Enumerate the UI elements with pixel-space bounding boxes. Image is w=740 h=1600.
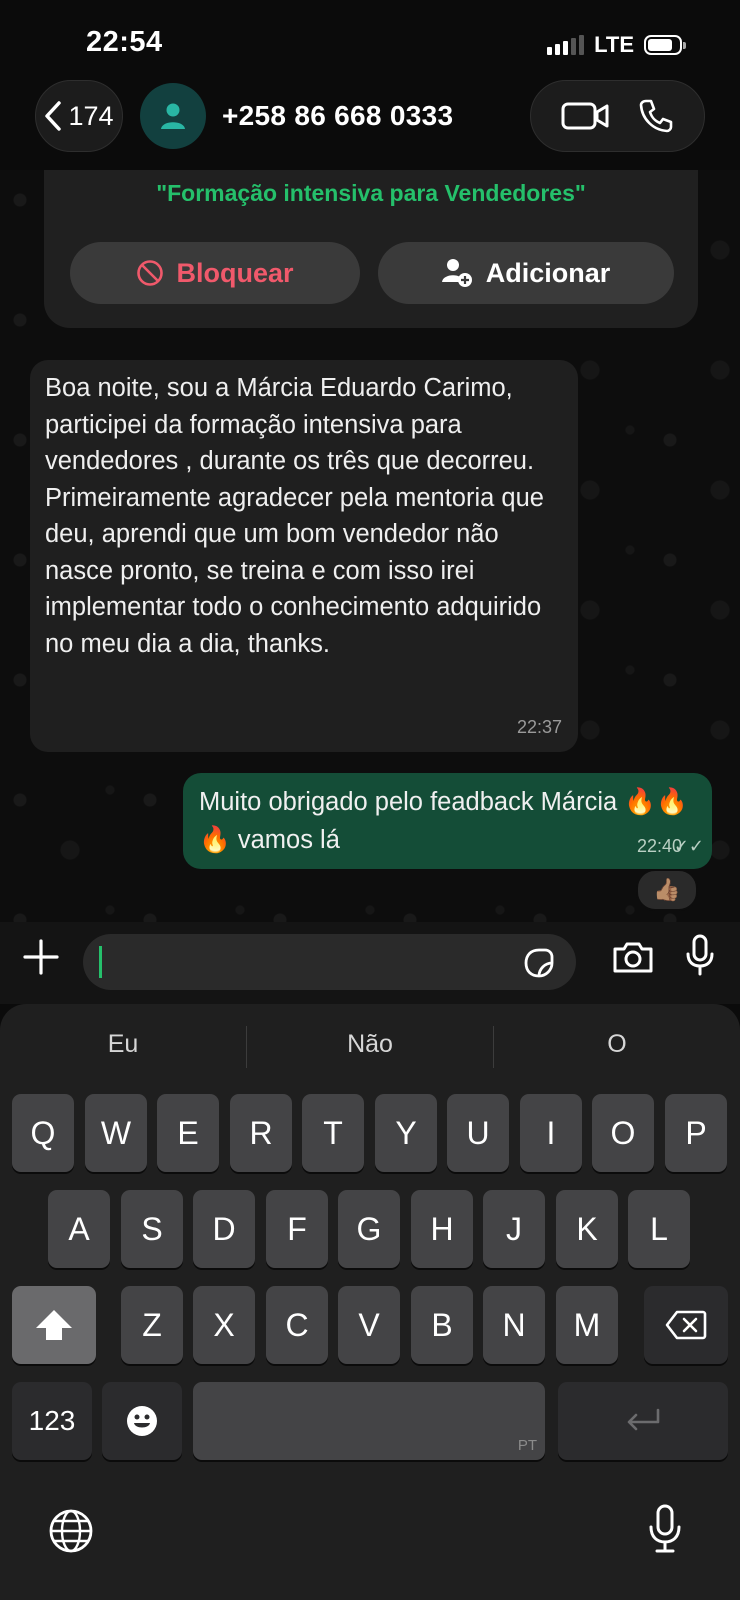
avatar[interactable]: [140, 83, 206, 149]
key-m[interactable]: M: [556, 1286, 618, 1364]
key-s[interactable]: S: [121, 1190, 183, 1268]
dictation-mic-icon[interactable]: [648, 1504, 682, 1554]
key-i[interactable]: I: [520, 1094, 582, 1172]
key-y[interactable]: Y: [375, 1094, 437, 1172]
phone-icon[interactable]: [638, 98, 674, 134]
sticker-icon[interactable]: [523, 947, 555, 979]
keyboard-language: PT: [517, 1437, 537, 1454]
return-key[interactable]: [558, 1382, 728, 1460]
battery-icon: [644, 35, 686, 55]
group-description: "Formação intensiva para Vendedores": [156, 180, 586, 206]
message-reaction[interactable]: 👍🏽: [636, 869, 698, 911]
plus-icon[interactable]: [22, 938, 60, 976]
status-indicators: LTE: [547, 32, 686, 58]
key-e[interactable]: E: [157, 1094, 219, 1172]
block-icon: [137, 260, 164, 286]
keyboard: Eu Não O Q W E R T Y U I O P A S D F G H…: [0, 1004, 740, 1600]
shift-icon: [36, 1310, 72, 1340]
key-g[interactable]: G: [338, 1190, 400, 1268]
add-contact-icon: [441, 259, 472, 287]
key-t[interactable]: T: [302, 1094, 364, 1172]
text-cursor: [99, 946, 102, 978]
key-o[interactable]: O: [592, 1094, 654, 1172]
key-k[interactable]: K: [556, 1190, 618, 1268]
contact-info-card: "Formação intensiva para Vendedores" Blo…: [44, 170, 698, 328]
unread-count: 174: [68, 100, 114, 131]
outgoing-message[interactable]: Muito obrigado pelo feadback Márcia 🔥🔥🔥 …: [183, 773, 712, 869]
key-p[interactable]: P: [665, 1094, 727, 1172]
numbers-key[interactable]: 123: [12, 1382, 92, 1460]
key-u[interactable]: U: [447, 1094, 509, 1172]
incoming-message[interactable]: Boa noite, sou a Márcia Eduardo Carimo, …: [30, 360, 578, 752]
key-r[interactable]: R: [230, 1094, 292, 1172]
key-l[interactable]: L: [628, 1190, 690, 1268]
space-key[interactable]: PT: [193, 1382, 545, 1460]
add-contact-button[interactable]: Adicionar: [378, 242, 674, 304]
key-z[interactable]: Z: [121, 1286, 183, 1364]
compose-bar: [0, 922, 740, 1004]
key-h[interactable]: H: [411, 1190, 473, 1268]
video-call-icon[interactable]: [561, 101, 609, 131]
network-type: LTE: [594, 32, 634, 57]
message-time: 22:37: [516, 717, 562, 737]
key-a[interactable]: A: [48, 1190, 110, 1268]
contact-name[interactable]: +258 86 668 0333: [222, 100, 453, 132]
emoji-icon: [127, 1406, 157, 1436]
person-icon: [161, 103, 185, 129]
shift-key[interactable]: [12, 1286, 96, 1364]
key-j[interactable]: J: [483, 1190, 545, 1268]
return-icon: [627, 1408, 660, 1431]
globe-icon[interactable]: [48, 1508, 94, 1554]
backspace-icon: [665, 1310, 707, 1340]
signal-icon: [547, 35, 585, 55]
call-actions: [530, 80, 705, 152]
suggestion-2[interactable]: Não: [247, 1030, 493, 1059]
emoji-key[interactable]: [102, 1382, 182, 1460]
key-w[interactable]: W: [85, 1094, 147, 1172]
add-contact-label: Adicionar: [485, 257, 611, 288]
key-x[interactable]: X: [193, 1286, 255, 1364]
microphone-icon[interactable]: [685, 934, 715, 976]
chevron-left-icon: [45, 101, 62, 131]
key-b[interactable]: B: [411, 1286, 473, 1364]
key-n[interactable]: N: [483, 1286, 545, 1364]
key-c[interactable]: C: [266, 1286, 328, 1364]
status-time: 22:54: [86, 26, 163, 58]
key-v[interactable]: V: [338, 1286, 400, 1364]
key-f[interactable]: F: [266, 1190, 328, 1268]
read-receipt-icon: ✓✓: [673, 836, 704, 856]
backspace-key[interactable]: [644, 1286, 728, 1364]
key-q[interactable]: Q: [12, 1094, 74, 1172]
block-label: Bloquear: [176, 257, 294, 288]
message-input[interactable]: [83, 934, 576, 990]
message-text: Muito obrigado pelo feadback Márcia 🔥🔥🔥 …: [199, 788, 688, 854]
suggestion-1[interactable]: Eu: [0, 1030, 246, 1059]
message-text: Boa noite, sou a Márcia Eduardo Carimo, …: [45, 374, 544, 658]
suggestion-3[interactable]: O: [494, 1030, 740, 1059]
back-button[interactable]: 174: [35, 80, 123, 152]
block-button[interactable]: Bloquear: [70, 242, 360, 304]
key-d[interactable]: D: [193, 1190, 255, 1268]
camera-icon[interactable]: [612, 940, 654, 974]
